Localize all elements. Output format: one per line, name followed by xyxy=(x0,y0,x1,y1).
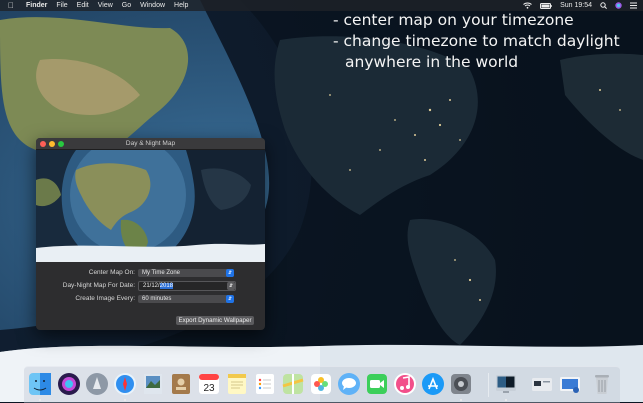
facetime-icon[interactable] xyxy=(365,372,389,396)
calendar-icon[interactable]: 23 xyxy=(197,372,221,396)
export-dynamic-wallpaper-button[interactable]: Export Dynamic Wallpaper xyxy=(176,316,254,325)
menu-file[interactable]: File xyxy=(56,0,67,11)
window-titlebar[interactable]: Day & Night Map xyxy=(36,138,265,150)
date-label: Day-Night Map For Date: xyxy=(62,282,135,289)
launchpad-icon[interactable] xyxy=(85,372,109,396)
center-map-popup[interactable]: My Time Zone ⇵ xyxy=(138,269,234,277)
menu-window[interactable]: Window xyxy=(140,0,165,11)
notes-icon[interactable] xyxy=(225,372,249,396)
menu-edit[interactable]: Edit xyxy=(77,0,89,11)
preview-icon[interactable] xyxy=(141,372,165,396)
center-map-value: My Time Zone xyxy=(142,270,181,276)
caption-line-1: - center map on your timezone xyxy=(333,11,574,29)
siri-icon[interactable] xyxy=(615,2,622,9)
window-title: Day & Night Map xyxy=(125,140,176,147)
date-stepper[interactable]: ⇵ xyxy=(227,282,235,290)
running-indicator xyxy=(124,399,126,401)
interval-value: 60 minutes xyxy=(142,296,172,302)
day-night-map-app-icon[interactable] xyxy=(494,372,518,396)
running-indicator xyxy=(39,399,41,401)
card-icon[interactable] xyxy=(530,372,554,396)
map-preview xyxy=(36,150,265,262)
menu-go[interactable]: Go xyxy=(122,0,131,11)
safari-icon[interactable] xyxy=(113,372,137,396)
date-year-selected[interactable]: 2018 xyxy=(159,283,174,289)
date-row: Day-Night Map For Date: 21/12/2018 ⇵ xyxy=(36,281,265,291)
contacts-icon[interactable] xyxy=(169,372,193,396)
running-indicator xyxy=(505,399,507,401)
day-night-map-window: Day & Night Map Center Map On: My Time Z… xyxy=(36,138,265,330)
screenshot-icon[interactable] xyxy=(558,372,582,396)
system-preferences-icon[interactable] xyxy=(449,372,473,396)
siri-icon[interactable] xyxy=(57,372,81,396)
notification-center-icon[interactable] xyxy=(630,2,637,9)
clock[interactable]: Sun 19:54 xyxy=(560,2,592,9)
center-map-label: Center Map On: xyxy=(88,269,135,276)
center-map-row: Center Map On: My Time Zone ⇵ xyxy=(36,268,265,278)
promo-caption: - center map on your timezone - change t… xyxy=(333,10,620,73)
app-store-icon[interactable] xyxy=(421,372,445,396)
messages-icon[interactable] xyxy=(337,372,361,396)
battery-icon[interactable] xyxy=(540,2,552,9)
trash-icon[interactable] xyxy=(590,372,614,396)
caption-line-2: - change timezone to match daylight xyxy=(333,32,620,50)
itunes-icon[interactable] xyxy=(393,372,417,396)
running-indicator xyxy=(460,399,462,401)
chevron-updown-icon: ⇵ xyxy=(226,295,234,303)
dock: 23 xyxy=(24,366,620,403)
spotlight-search-icon[interactable] xyxy=(600,2,607,9)
maps-icon[interactable] xyxy=(281,372,305,396)
menu-view[interactable]: View xyxy=(98,0,113,11)
date-day-month[interactable]: 21/12/ xyxy=(143,283,160,289)
caption-line-3: anywhere in the world xyxy=(345,53,519,71)
photos-icon[interactable] xyxy=(309,372,333,396)
apple-icon[interactable]:  xyxy=(8,0,14,11)
chevron-updown-icon: ⇵ xyxy=(226,269,234,277)
date-picker-field[interactable]: 21/12/2018 ⇵ xyxy=(138,281,236,291)
interval-row: Create Image Every: 60 minutes ⇵ xyxy=(36,294,265,304)
calendar-day: 23 xyxy=(203,383,215,394)
menu-help[interactable]: Help xyxy=(174,0,188,11)
interval-popup[interactable]: 60 minutes ⇵ xyxy=(138,295,234,303)
interval-label: Create Image Every: xyxy=(75,295,135,302)
menu-finder[interactable]: Finder xyxy=(26,0,47,11)
reminders-icon[interactable] xyxy=(253,372,277,396)
wifi-icon[interactable] xyxy=(523,2,532,9)
dock-separator xyxy=(488,373,489,397)
finder-icon[interactable] xyxy=(28,372,52,396)
